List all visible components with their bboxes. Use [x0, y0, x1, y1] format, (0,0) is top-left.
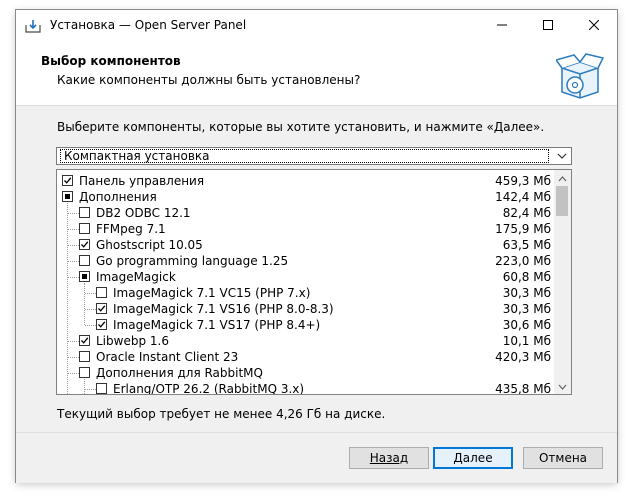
chevron-down-icon	[555, 150, 569, 162]
disk-space-status: Текущий выбор требует не менее 4,26 Гб н…	[57, 407, 386, 421]
component-row[interactable]: Go programming language 1.25 223,0 Мб	[57, 253, 554, 269]
component-size: 223,0 Мб	[495, 254, 551, 268]
component-row[interactable]: ImageMagick 7.1 VC15 (PHP 7.x) 30,3 Мб	[57, 285, 554, 301]
component-checkbox[interactable]	[79, 351, 90, 362]
back-button[interactable]: Назад	[349, 447, 429, 469]
component-checkbox[interactable]	[96, 287, 107, 298]
component-size: 142,4 Мб	[495, 190, 551, 204]
component-label: Дополнения	[79, 190, 157, 204]
component-checkbox[interactable]	[79, 207, 90, 218]
component-label: Дополнения для RabbitMQ	[96, 366, 263, 380]
back-button-label: Назад	[369, 451, 409, 465]
window-title: Установка — Open Server Panel	[50, 18, 247, 32]
component-label: ImageMagick 7.1 VC15 (PHP 7.x)	[113, 286, 311, 300]
title-bar[interactable]: Установка — Open Server Panel	[16, 10, 617, 40]
scroll-down-arrow-icon[interactable]	[557, 381, 568, 391]
component-label: Панель управления	[79, 174, 205, 188]
component-label: DB2 ODBC 12.1	[96, 206, 191, 220]
component-size: 30,3 Мб	[502, 286, 551, 300]
checkmark-icon	[64, 177, 72, 184]
checkmark-icon	[81, 337, 89, 344]
component-size: 63,5 Мб	[502, 238, 551, 252]
component-size: 82,4 Мб	[502, 206, 551, 220]
minimize-button[interactable]	[479, 10, 525, 40]
maximize-button[interactable]	[525, 10, 571, 40]
partial-check-icon	[65, 194, 70, 199]
component-checkbox[interactable]	[79, 367, 90, 378]
component-row[interactable]: Дополнения для RabbitMQ	[57, 365, 554, 381]
component-row[interactable]: Ghostscript 10.05 63,5 Мб	[57, 237, 554, 253]
close-icon	[589, 20, 599, 30]
component-checkbox[interactable]	[79, 255, 90, 266]
component-row[interactable]: DB2 ODBC 12.1 82,4 Мб	[57, 205, 554, 221]
install-type-value: Компактная установка	[60, 149, 549, 163]
scroll-up-arrow-icon[interactable]	[557, 173, 568, 183]
component-row[interactable]: ImageMagick 60,8 Мб	[57, 269, 554, 285]
component-checkbox[interactable]	[79, 239, 90, 250]
component-size: 175,9 Мб	[495, 222, 551, 236]
checkmark-icon	[98, 321, 106, 328]
component-checkbox[interactable]	[79, 271, 90, 282]
component-label: Ghostscript 10.05	[96, 238, 203, 252]
component-checkbox[interactable]	[96, 319, 107, 330]
component-label: ImageMagick 7.1 VS16 (PHP 8.0-8.3)	[113, 302, 334, 316]
component-label: ImageMagick	[96, 270, 176, 284]
tree-scrollbar[interactable]	[554, 170, 571, 394]
partial-check-icon	[82, 274, 87, 279]
cancel-button[interactable]: Отмена	[523, 447, 603, 469]
component-label: FFMpeg 7.1	[96, 222, 166, 236]
wizard-header: Выбор компонентов Какие компоненты должн…	[16, 40, 617, 106]
component-checkbox[interactable]	[96, 303, 107, 314]
component-row[interactable]: ImageMagick 7.1 VS17 (PHP 8.4+) 30,6 Мб	[57, 317, 554, 333]
installer-app-icon	[25, 19, 41, 33]
component-checkbox[interactable]	[62, 191, 73, 202]
page-title: Выбор компонентов	[41, 54, 181, 68]
wizard-footer: Назад Далее Отмена	[16, 432, 617, 483]
checkmark-icon	[98, 305, 106, 312]
component-label: ImageMagick 7.1 VS17 (PHP 8.4+)	[113, 318, 321, 332]
minimize-icon	[497, 24, 507, 26]
component-row[interactable]: Erlang/OTP 26.2 (RabbitMQ 3.x) 435,8 Мб	[57, 381, 554, 395]
component-checkbox[interactable]	[62, 175, 73, 186]
page-subtitle: Какие компоненты должны быть установлены…	[57, 73, 361, 87]
instruction-text: Выберите компоненты, которые вы хотите у…	[57, 120, 545, 134]
components-tree[interactable]: Панель управления 459,3 Мб Дополнения 142,4…	[56, 169, 572, 395]
component-checkbox[interactable]	[79, 223, 90, 234]
component-label: Libwebp 1.6	[96, 334, 169, 348]
component-size: 420,3 Мб	[495, 350, 551, 364]
close-button[interactable]	[571, 10, 617, 40]
component-label: Oracle Instant Client 23	[96, 350, 239, 364]
scroll-thumb[interactable]	[556, 186, 568, 216]
software-box-icon	[554, 52, 605, 100]
component-row[interactable]: Oracle Instant Client 23 420,3 Мб	[57, 349, 554, 365]
installer-window: Установка — Open Server Panel Выбор комп…	[16, 10, 617, 483]
component-size: 30,3 Мб	[502, 302, 551, 316]
component-size: 10,1 Мб	[502, 334, 551, 348]
component-row[interactable]: Панель управления 459,3 Мб	[57, 173, 554, 189]
component-size: 459,3 Мб	[495, 174, 551, 188]
component-size: 435,8 Мб	[495, 382, 551, 395]
component-label: Erlang/OTP 26.2 (RabbitMQ 3.x)	[113, 382, 305, 395]
component-row[interactable]: Libwebp 1.6 10,1 Мб	[57, 333, 554, 349]
cancel-button-label: Отмена	[538, 451, 588, 465]
install-type-select[interactable]: Компактная установка	[56, 147, 572, 165]
next-button-label: Далее	[453, 451, 493, 465]
component-size: 30,6 Мб	[502, 318, 551, 332]
next-button[interactable]: Далее	[433, 447, 513, 469]
checkmark-icon	[81, 241, 89, 248]
component-checkbox[interactable]	[96, 383, 107, 394]
component-row[interactable]: ImageMagick 7.1 VS16 (PHP 8.0-8.3) 30,3 М…	[57, 301, 554, 317]
component-row[interactable]: FFMpeg 7.1 175,9 Мб	[57, 221, 554, 237]
component-size: 60,8 Мб	[502, 270, 551, 284]
maximize-icon	[543, 20, 553, 30]
component-row[interactable]: Дополнения 142,4 Мб	[57, 189, 554, 205]
component-checkbox[interactable]	[79, 335, 90, 346]
component-label: Go programming language 1.25	[96, 254, 289, 268]
